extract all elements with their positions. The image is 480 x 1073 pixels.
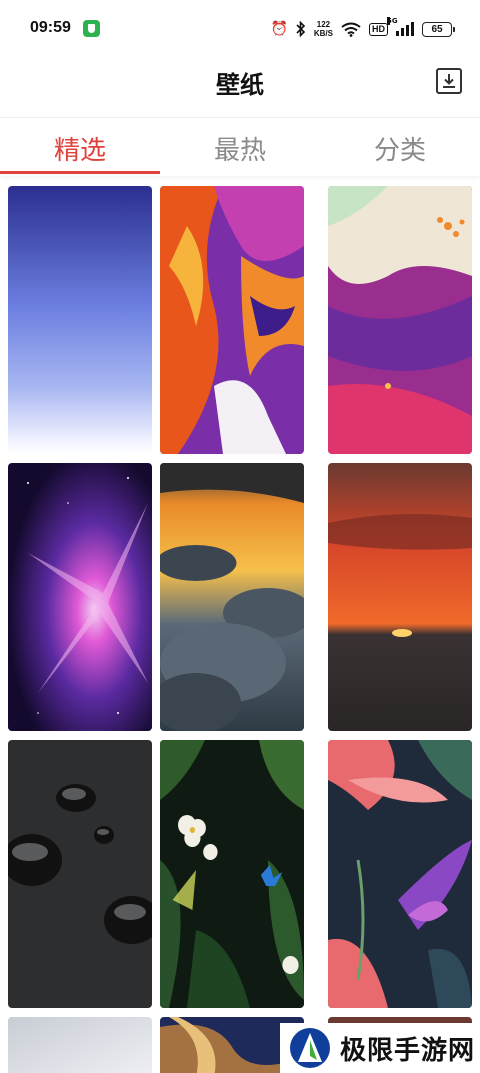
bluetooth-icon [296, 21, 306, 37]
status-time: 09:59 [30, 19, 71, 36]
wallpaper-tile-jungle[interactable] [160, 740, 304, 1008]
wallpaper-tile-water-drops[interactable] [8, 740, 152, 1008]
wallpaper-tile-tropical[interactable] [328, 740, 472, 1008]
signal-icon: 5G [387, 17, 414, 36]
speed-value: 122 [316, 20, 331, 29]
tab-category[interactable]: 分类 [320, 130, 480, 167]
wifi-icon [341, 22, 361, 37]
network-speed: 122 KB/S [314, 20, 333, 38]
wallpaper-tile-marble[interactable] [328, 186, 472, 454]
security-shield-icon [83, 20, 100, 37]
hd-badge: HD [369, 22, 388, 36]
status-icons: ⏰ 122 KB/S HD 5G 65 [270, 17, 455, 41]
wallpaper-tile-red-sunset[interactable] [328, 463, 472, 731]
network-type: 5G [387, 17, 398, 25]
app-header: 壁纸 [0, 58, 480, 118]
status-bar: 09:59 ⏰ 122 KB/S HD 5G 65 [0, 0, 480, 58]
wallpaper-tile-nebula[interactable] [8, 463, 152, 731]
wallpaper-tile-fluid-art[interactable] [160, 186, 304, 454]
tab-indicator [0, 171, 160, 174]
battery-icon: 65 [422, 21, 455, 37]
speed-unit: KB/S [313, 29, 333, 38]
wallpaper-tile-sunset-clouds[interactable] [160, 463, 304, 731]
download-icon [443, 74, 455, 88]
download-button[interactable] [436, 68, 462, 94]
wallpaper-tile-silver[interactable] [8, 1017, 152, 1073]
watermark-text: 极限手游网 [340, 1035, 476, 1066]
battery-level: 65 [431, 23, 443, 35]
wallpaper-tile-blue-gradient[interactable] [8, 186, 152, 454]
alarm-icon: ⏰ [270, 21, 288, 37]
watermark-logo-icon [290, 1028, 330, 1068]
tab-featured[interactable]: 精选 [0, 130, 160, 167]
wallpaper-grid [0, 176, 480, 1073]
tab-hot[interactable]: 最热 [160, 130, 320, 167]
watermark: 极限手游网 [280, 1023, 480, 1073]
tab-bar: 精选 最热 分类 [0, 118, 480, 176]
page-title: 壁纸 [216, 71, 264, 99]
